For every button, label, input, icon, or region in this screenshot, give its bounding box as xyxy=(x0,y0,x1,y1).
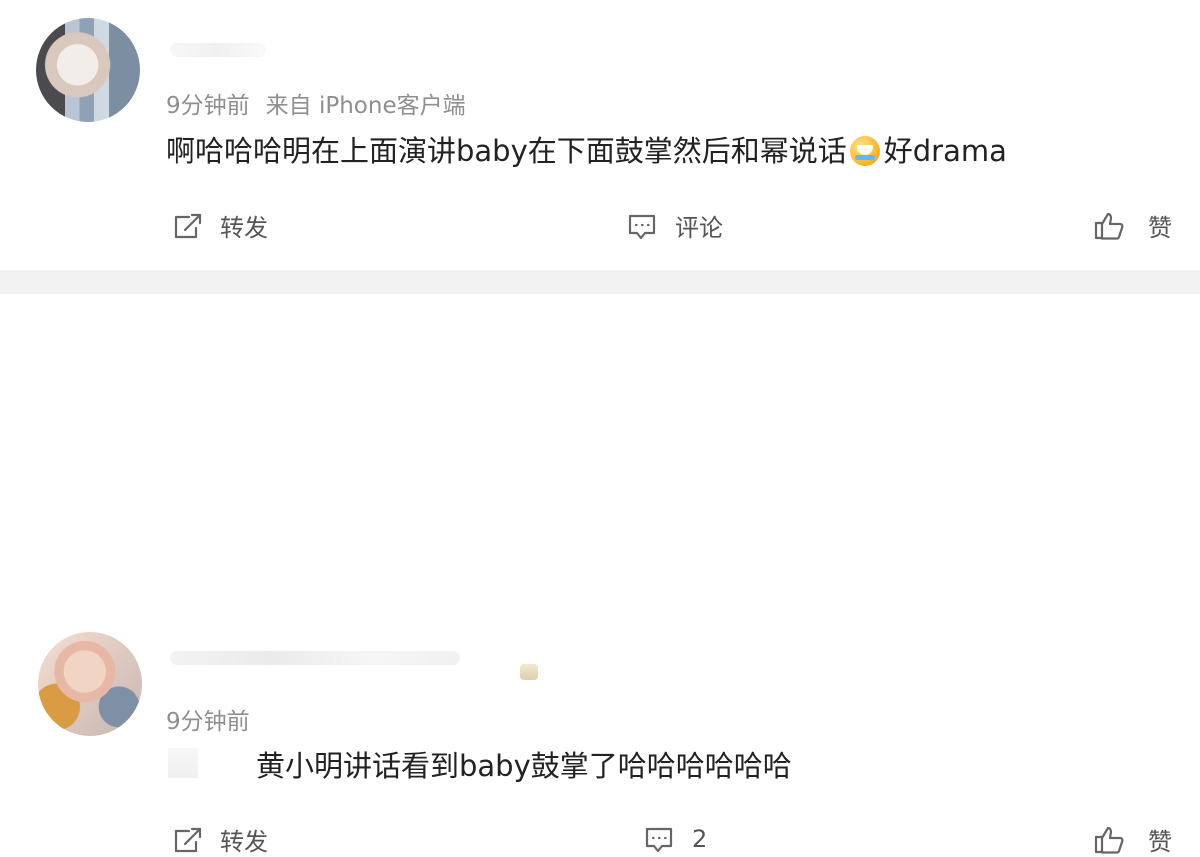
like-button-2[interactable]: 赞 xyxy=(1092,822,1172,857)
thumbs-up-icon xyxy=(1094,826,1124,854)
post-time-2: 9分钟前 xyxy=(166,709,250,735)
like-label-2: 赞 xyxy=(1148,828,1172,856)
repost-icon xyxy=(174,827,202,852)
comment-main-text-1: 啊哈哈哈明在上面演讲baby在下面鼓掌然后和幂说话 xyxy=(166,134,847,168)
comment-text-1: 啊哈哈哈明在上面演讲baby在下面鼓掌然后和幂说话 好drama xyxy=(166,128,1007,170)
comment-main-text-2: 黄小明讲话看到baby鼓掌了哈哈哈哈哈哈 xyxy=(256,749,792,783)
laughing-tears-emoji-icon xyxy=(849,136,880,166)
repost-label-1: 转发 xyxy=(220,214,268,242)
comment-label-1: 评论 xyxy=(675,214,723,242)
thumbs-up-icon xyxy=(1094,212,1124,240)
comment-text-2: 黄小明讲话看到baby鼓掌了哈哈哈哈哈哈 xyxy=(256,743,792,785)
section-divider xyxy=(0,270,1200,294)
post-meta-2: 9分钟前 xyxy=(166,702,250,736)
like-button-1[interactable]: 赞 xyxy=(1092,208,1172,243)
comment-card-1: 9分钟前 来自 iPhone客户端 啊哈哈哈明在上面演讲baby在下面鼓掌然后和幂… xyxy=(0,0,1200,270)
post-source-1: 来自 iPhone客户端 xyxy=(265,93,466,119)
comment-button-1[interactable]: 评论 xyxy=(625,208,723,243)
comment-icon xyxy=(645,827,673,853)
comment-card-2: 9分钟前 黄小明讲话看到baby鼓掌了哈哈哈哈哈哈 转发 2 赞 xyxy=(0,294,1200,856)
comment-count-2: 2 xyxy=(692,825,708,853)
comment-icon xyxy=(628,214,656,239)
blurred-username-1 xyxy=(170,43,266,57)
comment-tail-text-1: 好drama xyxy=(883,134,1007,168)
repost-label-2: 转发 xyxy=(220,828,268,856)
like-label-1: 赞 xyxy=(1148,214,1172,242)
blurred-reply-marker-2 xyxy=(168,748,198,778)
repost-icon xyxy=(174,213,202,238)
user-avatar-1[interactable] xyxy=(36,18,140,122)
blurred-badge-2 xyxy=(520,664,538,680)
post-meta-1: 9分钟前 来自 iPhone客户端 xyxy=(166,86,466,120)
blurred-username-2 xyxy=(170,651,460,665)
repost-button-2[interactable]: 转发 xyxy=(170,822,268,857)
repost-button-1[interactable]: 转发 xyxy=(170,208,268,243)
post-time-1: 9分钟前 xyxy=(166,93,250,119)
user-avatar-2[interactable] xyxy=(38,632,142,736)
comment-button-2[interactable]: 2 xyxy=(642,822,707,856)
